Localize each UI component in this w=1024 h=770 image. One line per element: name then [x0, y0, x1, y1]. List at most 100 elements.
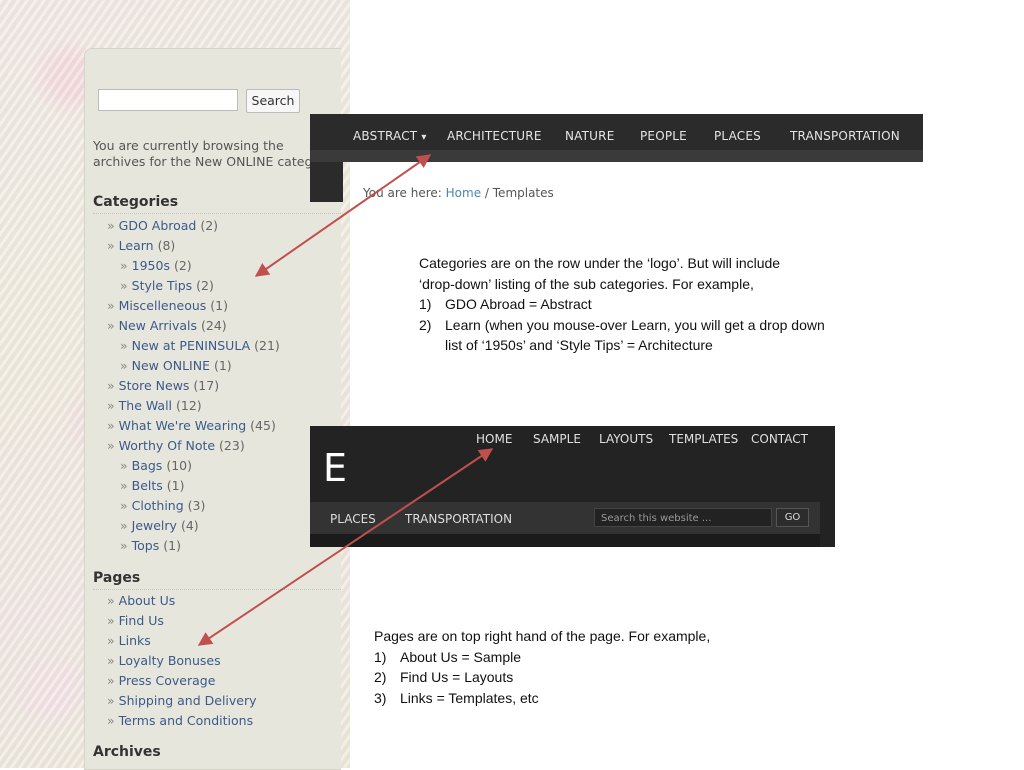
page-item[interactable]: » Links: [107, 633, 151, 649]
category-link[interactable]: Belts: [132, 478, 163, 493]
subcategory-item[interactable]: » New at PENINSULA (21): [120, 338, 280, 354]
list-text: Links = Templates, etc: [400, 689, 539, 706]
page-link[interactable]: Links: [119, 633, 151, 648]
bullet-icon: »: [107, 298, 115, 313]
nav-item-places[interactable]: PLACES: [330, 512, 376, 526]
category-item[interactable]: » GDO Abroad (2): [107, 218, 218, 234]
nav-item-people[interactable]: PEOPLE: [640, 129, 687, 143]
category-item[interactable]: » Worthy Of Note (23): [107, 438, 245, 454]
search-input[interactable]: [98, 89, 238, 111]
category-count: (17): [193, 378, 220, 393]
breadcrumb-prefix: You are here:: [363, 186, 442, 200]
page-link[interactable]: Loyalty Bonuses: [119, 653, 221, 668]
category-link[interactable]: New Arrivals: [119, 318, 197, 333]
breadcrumb-home-link[interactable]: Home: [446, 186, 481, 200]
page-item[interactable]: » Press Coverage: [107, 673, 215, 689]
bullet-icon: »: [107, 693, 115, 708]
category-link[interactable]: 1950s: [132, 258, 170, 273]
top-nav-sample[interactable]: SAMPLE: [533, 432, 581, 446]
page-link[interactable]: Shipping and Delivery: [119, 693, 257, 708]
subcategory-item[interactable]: » Bags (10): [120, 458, 192, 474]
category-count: (1): [166, 478, 185, 493]
category-link[interactable]: Bags: [132, 458, 163, 473]
category-link[interactable]: New at PENINSULA: [132, 338, 250, 353]
bullet-icon: »: [107, 218, 115, 233]
category-link[interactable]: Tops: [132, 538, 160, 553]
list-number: 3): [374, 689, 387, 706]
category-link[interactable]: Jewelry: [132, 518, 177, 533]
category-link[interactable]: The Wall: [119, 398, 172, 413]
page-link[interactable]: Terms and Conditions: [119, 713, 253, 728]
subcategory-item[interactable]: » 1950s (2): [120, 258, 192, 274]
category-item[interactable]: » Store News (17): [107, 378, 219, 394]
page-link[interactable]: Find Us: [119, 613, 164, 628]
top-nav-contact[interactable]: CONTACT: [751, 432, 808, 446]
browse-notice-line: archives for the New ONLINE categ: [93, 154, 313, 169]
nav-item-places[interactable]: PLACES: [714, 129, 761, 143]
category-count: (8): [157, 238, 176, 253]
page-link[interactable]: Press Coverage: [119, 673, 216, 688]
website-search-input[interactable]: Search this website ...: [594, 508, 772, 527]
top-nav-home[interactable]: HOME: [476, 432, 512, 446]
category-item[interactable]: » The Wall (12): [107, 398, 202, 414]
category-link[interactable]: New ONLINE: [132, 358, 210, 373]
category-item[interactable]: » What We're Wearing (45): [107, 418, 276, 434]
category-item[interactable]: » Miscelleneous (1): [107, 298, 228, 314]
page-item[interactable]: » About Us: [107, 593, 175, 609]
category-count: (45): [250, 418, 276, 433]
top-nav-templates[interactable]: TEMPLATES: [669, 432, 738, 446]
category-item[interactable]: » New Arrivals (24): [107, 318, 227, 334]
subcategory-item[interactable]: » Clothing (3): [120, 498, 205, 514]
bullet-icon: »: [107, 653, 115, 668]
subcategory-item[interactable]: » New ONLINE (1): [120, 358, 232, 374]
bullet-icon: »: [107, 713, 115, 728]
logo-area-block: [310, 162, 343, 202]
nav-item-architecture[interactable]: ARCHITECTURE: [447, 129, 542, 143]
nav-item-abstract[interactable]: ABSTRACT ▾: [353, 129, 427, 143]
page-item[interactable]: » Find Us: [107, 613, 164, 629]
nav-item-nature[interactable]: NATURE: [565, 129, 615, 143]
category-link[interactable]: GDO Abroad: [119, 218, 197, 233]
site-logo[interactable]: E: [323, 446, 347, 490]
top-nav-layouts[interactable]: LAYOUTS: [599, 432, 653, 446]
category-link[interactable]: Clothing: [132, 498, 184, 513]
list-number: 2): [374, 669, 387, 685]
subcategory-item[interactable]: » Belts (1): [120, 478, 185, 494]
browse-notice-line: You are currently browsing the: [93, 138, 284, 153]
nav-item-transportation[interactable]: TRANSPORTATION: [790, 129, 900, 143]
chevron-down-icon: ▾: [421, 132, 427, 143]
pages-note: Pages are on top right hand of the page.…: [374, 626, 710, 708]
nav-item-label: ABSTRACT: [353, 129, 418, 143]
nav-item-transportation[interactable]: TRANSPORTATION: [405, 512, 512, 526]
subcategory-item[interactable]: » Style Tips (2): [120, 278, 214, 294]
category-link[interactable]: Miscelleneous: [119, 298, 207, 313]
page-item[interactable]: » Shipping and Delivery: [107, 693, 257, 709]
category-link[interactable]: Store News: [119, 378, 190, 393]
note-list-item: 2) Learn (when you mouse-over Learn, you …: [419, 315, 825, 336]
category-link[interactable]: What We're Wearing: [119, 418, 247, 433]
category-link[interactable]: Worthy Of Note: [119, 438, 215, 453]
page-item[interactable]: » Terms and Conditions: [107, 713, 253, 729]
bullet-icon: »: [107, 593, 115, 608]
subcategory-item[interactable]: » Tops (1): [120, 538, 181, 554]
list-text: About Us = Sample: [400, 648, 522, 665]
archives-heading: Archives: [93, 744, 161, 760]
note-list-item: 1) GDO Abroad = Abstract: [419, 294, 825, 315]
search-button[interactable]: Search: [246, 89, 300, 113]
category-count: (21): [254, 338, 280, 353]
category-count: (2): [200, 218, 219, 233]
bullet-icon: »: [120, 358, 128, 373]
page-item[interactable]: » Loyalty Bonuses: [107, 653, 221, 669]
category-item[interactable]: » Learn (8): [107, 238, 175, 254]
bullet-icon: »: [107, 378, 115, 393]
category-link[interactable]: Style Tips: [132, 278, 193, 293]
go-button[interactable]: GO: [776, 508, 809, 527]
header-bottom-strip: [310, 534, 820, 547]
page-link[interactable]: About Us: [119, 593, 176, 608]
category-link[interactable]: Learn: [119, 238, 154, 253]
nav-bar-strip: [310, 150, 923, 162]
subcategory-item[interactable]: » Jewelry (4): [120, 518, 199, 534]
bullet-icon: »: [120, 278, 128, 293]
category-count: (2): [196, 278, 214, 293]
bullet-icon: »: [107, 318, 115, 333]
